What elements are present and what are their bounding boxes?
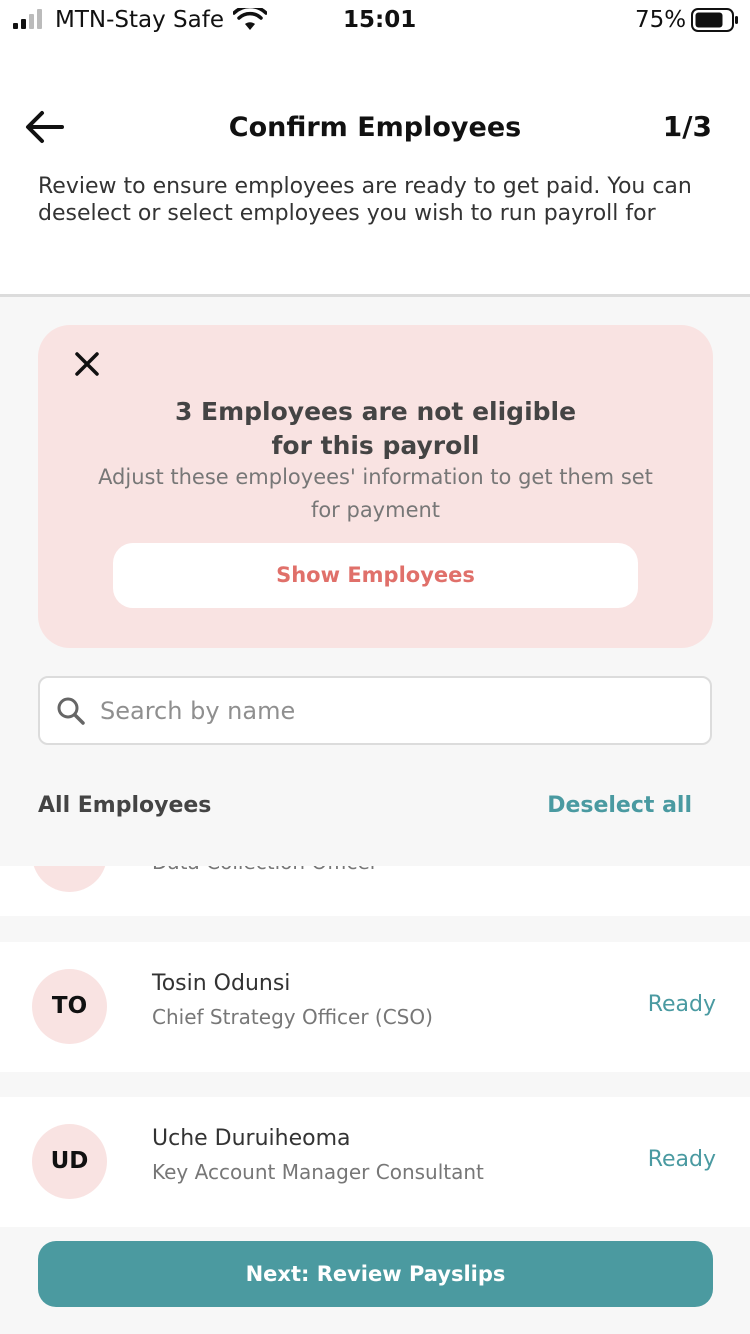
employee-role: Data Collection Officer [152, 866, 378, 874]
page-header: Confirm Employees 1/3 [0, 90, 750, 170]
wifi-icon [233, 8, 267, 30]
alert-title-line: for this payroll [271, 431, 480, 460]
list-item[interactable]: TO Tosin Odunsi Chief Strategy Officer (… [0, 942, 750, 1072]
alert-close-button[interactable] [72, 349, 102, 379]
status-badge: Ready [647, 992, 716, 1017]
list-title: All Employees [38, 793, 212, 818]
employee-name: Tosin Odunsi [152, 971, 291, 996]
intro-text: Review to ensure employees are ready to … [38, 174, 692, 226]
signal-icon [13, 9, 42, 29]
employee-role: Key Account Manager Consultant [152, 1160, 484, 1184]
next-review-payslips-button[interactable]: Next: Review Payslips [38, 1241, 713, 1307]
battery-percentage: 75% [635, 7, 687, 33]
search-box[interactable] [38, 676, 712, 745]
ineligible-alert: 3 Employees are not eligible for this pa… [38, 325, 713, 648]
alert-title: 3 Employees are not eligible for this pa… [38, 395, 713, 463]
list-item[interactable]: UD Uche Duruiheoma Key Account Manager C… [0, 1097, 750, 1227]
search-input[interactable] [100, 688, 690, 734]
employee-name: Uche Duruiheoma [152, 1126, 351, 1151]
clock: 15:01 [343, 7, 417, 33]
page-title: Confirm Employees [228, 112, 522, 143]
list-item[interactable]: Data Collection Officer [0, 866, 750, 916]
avatar [32, 866, 107, 892]
search-icon [57, 697, 85, 725]
battery-icon [691, 8, 738, 32]
step-indicator: 1/3 [662, 110, 712, 143]
alert-title-line: 3 Employees are not eligible [174, 397, 577, 426]
employee-role: Chief Strategy Officer (CSO) [152, 1005, 433, 1029]
deselect-all-button[interactable]: Deselect all [547, 793, 692, 818]
show-employees-button[interactable]: Show Employees [113, 543, 638, 608]
status-badge: Ready [647, 1147, 716, 1172]
close-icon [75, 352, 99, 376]
status-bar: MTN-Stay Safe 15:01 75% [0, 0, 750, 42]
alert-subtitle: Adjust these employees' information to g… [98, 465, 653, 522]
carrier-name: MTN-Stay Safe [55, 7, 224, 33]
avatar: TO [32, 969, 107, 1044]
avatar: UD [32, 1124, 107, 1199]
